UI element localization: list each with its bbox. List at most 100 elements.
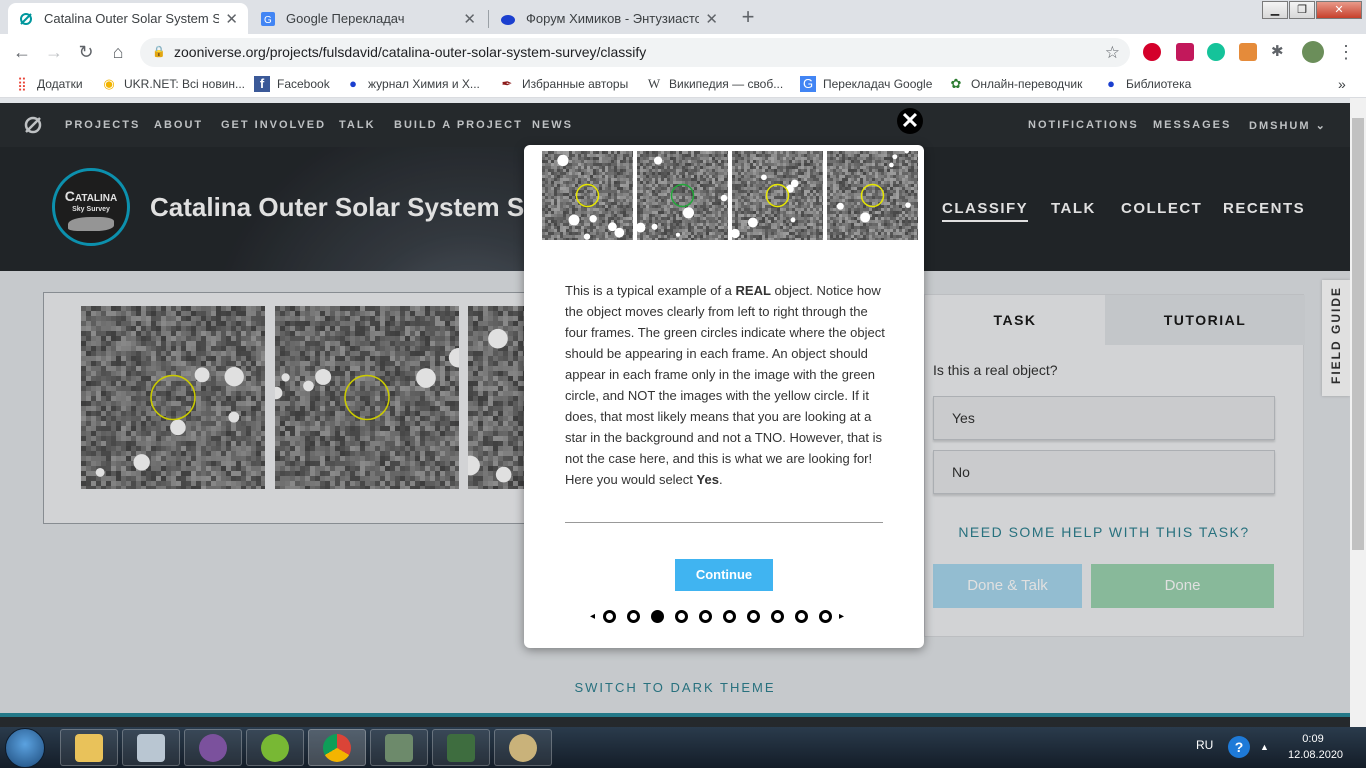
step-dot[interactable]: [770, 609, 784, 623]
library-icon: ●: [1107, 76, 1115, 91]
step-dot[interactable]: [650, 609, 664, 623]
url-text: zooniverse.org/projects/fulsdavid/catali…: [174, 44, 647, 60]
gift-extension-icon[interactable]: [1176, 43, 1194, 61]
language-indicator[interactable]: RU: [1196, 738, 1213, 752]
bookmark-facebook[interactable]: f Facebook: [254, 76, 330, 92]
utorrent-icon: [261, 734, 289, 762]
step-dot[interactable]: [818, 609, 832, 623]
chrome-icon: [323, 734, 351, 762]
step-dot[interactable]: [602, 609, 616, 623]
back-icon[interactable]: ←: [10, 40, 34, 64]
clock-date: 12.08.2020: [1288, 749, 1344, 761]
clock-time: 0:09: [1302, 733, 1324, 745]
tutorial-frame-1: [542, 151, 633, 240]
step-dot[interactable]: [794, 609, 808, 623]
tutorial-text: This is a typical example of a REAL obje…: [565, 283, 885, 487]
grammarly-extension-icon[interactable]: [1207, 43, 1225, 61]
translate-extension-icon[interactable]: [1239, 43, 1257, 61]
extensions-puzzle-icon[interactable]: ✱: [1271, 43, 1289, 61]
minimize-window-button[interactable]: ▁: [1262, 1, 1288, 19]
scrollbar-thumb[interactable]: [1352, 118, 1364, 550]
start-button[interactable]: [5, 728, 45, 768]
tutorial-frame-2: [637, 151, 728, 240]
bookmark-library[interactable]: ● Библиотека: [1103, 76, 1191, 92]
step-pagination: ◂ ▸: [588, 607, 846, 625]
taskbar-viber[interactable]: [184, 729, 242, 766]
maximize-window-button[interactable]: ❐: [1289, 1, 1315, 19]
tab-title: Catalina Outer Solar System Surv: [44, 11, 220, 26]
prev-step-icon[interactable]: ◂: [590, 611, 595, 622]
address-bar[interactable]: 🔒 zooniverse.org/projects/fulsdavid/cata…: [140, 38, 1130, 67]
taskbar-app-7[interactable]: [432, 729, 490, 766]
continue-button[interactable]: Continue: [675, 559, 773, 591]
taskbar-paint[interactable]: [494, 729, 552, 766]
zooniverse-favicon: [20, 12, 32, 25]
profile-avatar-icon[interactable]: [1302, 41, 1324, 63]
bookmark-chem-journal[interactable]: ● журнал Химия и Х...: [345, 76, 480, 92]
bookmark-wikipedia[interactable]: W Википедия — своб...: [646, 76, 783, 92]
google-translate-favicon: G: [261, 11, 275, 26]
taskbar-calculator[interactable]: [122, 729, 180, 766]
bookmark-authors[interactable]: ✒ Избранные авторы: [499, 76, 629, 92]
tab-title: Google Перекладач: [286, 11, 405, 26]
close-tab-icon[interactable]: ✕: [225, 10, 238, 28]
ukrnet-icon: ◉: [103, 76, 115, 91]
close-window-button[interactable]: ✕: [1316, 1, 1362, 19]
tutorial-frame-3: [732, 151, 823, 240]
taskbar-explorer[interactable]: [60, 729, 118, 766]
terminal-icon: [447, 734, 475, 762]
taskbar-chrome[interactable]: [308, 729, 366, 766]
new-tab-button[interactable]: +: [734, 5, 762, 29]
taskbar-app-6[interactable]: [370, 729, 428, 766]
facebook-icon: f: [254, 76, 270, 92]
close-modal-button[interactable]: ✕: [897, 108, 923, 134]
tab-chem-forum[interactable]: Форум Химиков - Энтузиастов. ✕: [490, 3, 728, 34]
close-tab-icon[interactable]: ✕: [705, 10, 718, 28]
bookmark-apps[interactable]: ⣿ Додатки: [14, 76, 82, 92]
forward-icon[interactable]: →: [42, 40, 66, 64]
paint-palette-icon: [509, 734, 537, 762]
chem-forum-favicon: [501, 14, 515, 25]
svg-text:G: G: [264, 15, 272, 26]
windows-taskbar: [0, 727, 1366, 768]
viber-icon: [199, 734, 227, 762]
bookmarks-more-icon[interactable]: »: [1338, 76, 1346, 92]
help-tray-icon[interactable]: ?: [1228, 736, 1250, 758]
step-dot[interactable]: [722, 609, 736, 623]
chem-journal-icon: ●: [349, 76, 357, 91]
system-clock[interactable]: 0:09 12.08.2020: [1288, 731, 1344, 763]
step-dot[interactable]: [626, 609, 640, 623]
step-dot[interactable]: [746, 609, 760, 623]
close-tab-icon[interactable]: ✕: [463, 10, 476, 28]
reload-icon[interactable]: ↻: [74, 40, 98, 64]
tab-separator: [488, 10, 489, 28]
browser-toolbar: ← → ↻ ⌂ 🔒 zooniverse.org/projects/fulsda…: [0, 34, 1366, 70]
tray-expand-icon[interactable]: ▲: [1260, 742, 1269, 752]
tutorial-frame-4: [827, 151, 918, 240]
bookmark-star-icon[interactable]: ☆: [1105, 38, 1120, 67]
taskbar-utorrent[interactable]: [246, 729, 304, 766]
bookmark-google-translate[interactable]: G Перекладач Google: [800, 76, 932, 92]
translator-icon: ✿: [950, 76, 962, 91]
feather-icon: ✒: [501, 76, 513, 91]
calculator-icon: [137, 734, 165, 762]
home-icon[interactable]: ⌂: [106, 40, 130, 64]
bookmarks-bar: ⣿ Додатки ◉ UKR.NET: Всі новин... f Faceboo…: [0, 70, 1366, 98]
tab-google-translate[interactable]: G Google Перекладач ✕: [250, 3, 486, 34]
step-dot[interactable]: [674, 609, 688, 623]
step-dot[interactable]: [698, 609, 712, 623]
tab-title: Форум Химиков - Энтузиастов.: [526, 11, 700, 26]
tab-strip: Catalina Outer Solar System Surv ✕ G Goo…: [0, 0, 1366, 34]
next-step-icon[interactable]: ▸: [839, 611, 844, 622]
menu-kebab-icon[interactable]: ⋮: [1334, 40, 1358, 64]
tutorial-text-yes: Yes: [696, 472, 719, 487]
bookmark-ukrnet[interactable]: ◉ UKR.NET: Всі новин...: [101, 76, 245, 92]
apps-grid-icon: ⣿: [17, 76, 27, 91]
opera-extension-icon[interactable]: [1143, 43, 1161, 61]
step-dots: [597, 609, 837, 623]
wikipedia-icon: W: [647, 76, 661, 91]
google-translate-icon: G: [800, 76, 816, 92]
divider: [565, 522, 883, 523]
tab-zooniverse[interactable]: Catalina Outer Solar System Surv ✕: [8, 3, 248, 34]
bookmark-translator[interactable]: ✿ Онлайн-переводчик: [948, 76, 1083, 92]
